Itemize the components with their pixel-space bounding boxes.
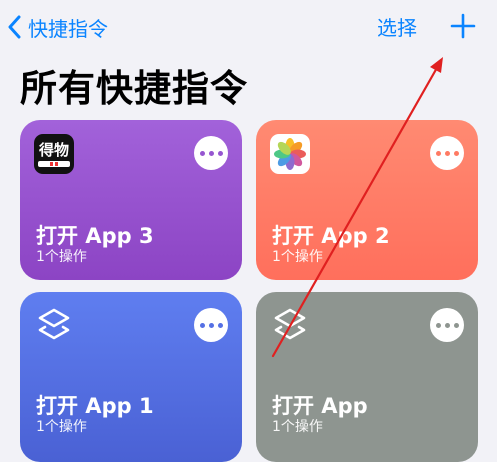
- ellipsis-dot: [208, 322, 214, 328]
- photos-flower-icon: [274, 138, 306, 170]
- shortcut-subtitle: 1个操作: [272, 249, 323, 265]
- more-options-button[interactable]: [430, 308, 464, 342]
- ellipsis-dot: [199, 150, 205, 156]
- ellipsis-dot: [435, 322, 441, 328]
- select-button[interactable]: 选择: [377, 12, 417, 41]
- shortcut-card-open-app[interactable]: 打开 App 1个操作: [256, 292, 478, 462]
- ellipsis-dot: [199, 322, 205, 328]
- shortcuts-layers-icon: [38, 308, 70, 340]
- more-options-button[interactable]: [194, 136, 228, 170]
- back-button[interactable]: 快捷指令: [8, 10, 108, 44]
- shortcut-card-open-app-1[interactable]: 打开 App 1 1个操作: [20, 292, 242, 462]
- dedao-icon-bar: [38, 160, 70, 167]
- ellipsis-dot: [435, 150, 441, 156]
- dedao-app-icon: 得物: [34, 134, 74, 174]
- shortcuts-layers-icon: [274, 308, 306, 340]
- ellipsis-dot: [208, 150, 214, 156]
- ellipsis-dot: [444, 150, 450, 156]
- ellipsis-dot: [217, 322, 223, 328]
- plus-icon: [450, 13, 476, 39]
- ellipsis-dot: [453, 322, 459, 328]
- more-options-button[interactable]: [194, 308, 228, 342]
- back-label: 快捷指令: [28, 16, 108, 41]
- shortcut-subtitle: 1个操作: [36, 249, 87, 265]
- shortcut-subtitle: 1个操作: [272, 419, 323, 435]
- chevron-left-icon: [8, 15, 21, 39]
- ellipsis-dot: [444, 322, 450, 328]
- shortcut-subtitle: 1个操作: [36, 419, 87, 435]
- add-shortcut-button[interactable]: [449, 12, 477, 40]
- ellipsis-dot: [453, 150, 459, 156]
- page-title: 所有快捷指令: [20, 67, 248, 110]
- shortcut-card-open-app-3[interactable]: 得物 打开 App 3 1个操作: [20, 120, 242, 280]
- more-options-button[interactable]: [430, 136, 464, 170]
- photos-app-icon: [270, 134, 310, 174]
- dedao-icon-text: 得物: [38, 140, 69, 159]
- shortcut-card-open-app-2[interactable]: 打开 App 2 1个操作: [256, 120, 478, 280]
- ellipsis-dot: [217, 150, 223, 156]
